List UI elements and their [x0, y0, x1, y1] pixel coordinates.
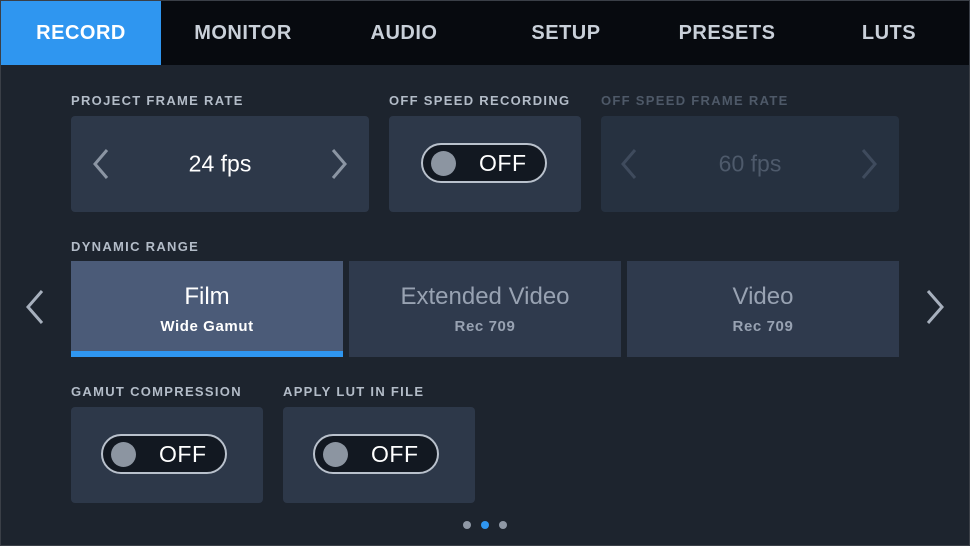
toggle-knob: [323, 442, 348, 467]
gamut-compression-card: OFF: [71, 407, 263, 503]
option-subtitle: Rec 709: [454, 318, 516, 335]
toggle-knob: [111, 442, 136, 467]
toggle-state-label: OFF: [159, 441, 207, 467]
chevron-right-icon[interactable]: [329, 148, 349, 180]
option-name: Film: [184, 283, 230, 310]
apply-lut-in-file-toggle[interactable]: OFF: [313, 434, 439, 474]
tab-bar: RECORD MONITOR AUDIO SETUP PRESETS LUTS: [1, 1, 969, 65]
off-speed-recording-card: OFF: [389, 116, 581, 212]
gamut-compression-toggle[interactable]: OFF: [101, 434, 227, 474]
project-frame-rate-label: PROJECT FRAME RATE: [71, 93, 244, 108]
toggle-state-label: OFF: [371, 441, 419, 467]
apply-lut-in-file-card: OFF: [283, 407, 475, 503]
off-speed-recording-toggle[interactable]: OFF: [421, 143, 547, 183]
page-dot-1[interactable]: [463, 521, 471, 529]
toggle-knob: [431, 151, 456, 176]
option-subtitle: Wide Gamut: [160, 318, 254, 335]
apply-lut-in-file-label: APPLY LUT IN FILE: [283, 384, 425, 399]
tab-record[interactable]: RECORD: [1, 1, 161, 65]
option-name: Video: [732, 283, 794, 310]
page-dot-3[interactable]: [499, 521, 507, 529]
off-speed-recording-label: OFF SPEED RECORDING: [389, 93, 571, 108]
dynamic-range-option-extended-video[interactable]: Extended Video Rec 709: [349, 261, 621, 357]
project-frame-rate-card: 24 fps: [71, 116, 369, 212]
option-subtitle: Rec 709: [732, 318, 794, 335]
dynamic-range-option-film[interactable]: Film Wide Gamut: [71, 261, 343, 357]
tab-setup[interactable]: SETUP: [486, 1, 646, 65]
option-name: Extended Video: [400, 283, 570, 310]
off-speed-frame-rate-value: 60 fps: [718, 150, 782, 177]
page-dot-2[interactable]: [481, 521, 489, 529]
chevron-right-icon: [861, 149, 877, 179]
project-frame-rate-value: 24 fps: [188, 150, 252, 177]
dynamic-range-option-video[interactable]: Video Rec 709: [627, 261, 899, 357]
selection-indicator: [71, 351, 343, 357]
chevron-left-icon[interactable]: [24, 289, 46, 325]
tab-monitor[interactable]: MONITOR: [163, 1, 323, 65]
off-speed-frame-rate-label: OFF SPEED FRAME RATE: [601, 93, 789, 108]
tab-luts[interactable]: LUTS: [809, 1, 969, 65]
tab-audio[interactable]: AUDIO: [324, 1, 484, 65]
dynamic-range-label: DYNAMIC RANGE: [71, 239, 200, 254]
gamut-compression-label: GAMUT COMPRESSION: [71, 384, 242, 399]
off-speed-frame-rate-card: 60 fps: [601, 116, 899, 212]
chevron-right-icon[interactable]: [924, 289, 946, 325]
toggle-state-label: OFF: [479, 150, 527, 176]
tab-presets[interactable]: PRESETS: [647, 1, 807, 65]
